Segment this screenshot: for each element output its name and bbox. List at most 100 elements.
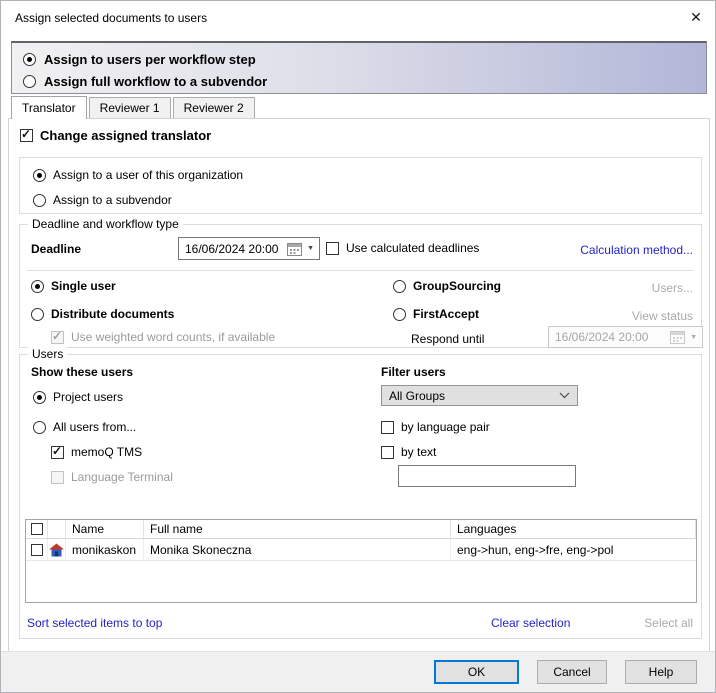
groupsourcing-label: GroupSourcing — [413, 279, 501, 293]
project-users-label: Project users — [53, 390, 123, 404]
calendar-icon — [670, 330, 685, 344]
by-language-pair-label: by language pair — [401, 420, 490, 434]
use-calculated-label: Use calculated deadlines — [346, 241, 479, 255]
close-icon[interactable]: ✕ — [684, 6, 708, 28]
tab-reviewer-1[interactable]: Reviewer 1 — [89, 97, 171, 118]
mode-option-subvendor[interactable]: Assign full workflow to a subvendor — [23, 70, 706, 92]
subvendor-radio[interactable] — [33, 194, 46, 207]
tab-reviewer-2[interactable]: Reviewer 2 — [173, 97, 255, 118]
table-row[interactable]: monikaskon Monika Skoneczna eng->hun, en… — [26, 539, 696, 561]
by-text-label: by text — [401, 445, 436, 459]
groups-dropdown-value: All Groups — [389, 389, 445, 403]
weighted-counts-checkbox[interactable] — [51, 331, 64, 344]
dialog-title: Assign selected documents to users — [15, 11, 207, 25]
tab-translator[interactable]: Translator — [11, 96, 87, 119]
user-name-cell: monikaskon — [66, 539, 144, 560]
text-filter-input[interactable] — [398, 465, 576, 487]
per-step-radio[interactable] — [23, 53, 36, 66]
respond-until-value: 16/06/2024 20:00 — [555, 330, 667, 344]
firstaccept-radio[interactable] — [393, 308, 406, 321]
assign-target-box: Assign to a user of this organization As… — [19, 157, 702, 214]
language-terminal-checkbox[interactable] — [51, 471, 64, 484]
organization-radio[interactable] — [33, 169, 46, 182]
assign-organization-row[interactable]: Assign to a user of this organization — [33, 168, 243, 182]
deadline-groupbox: Deadline and workflow type Deadline 16/0… — [19, 224, 702, 348]
select-all-checkbox[interactable] — [31, 523, 43, 535]
sort-selected-link[interactable]: Sort selected items to top — [27, 616, 162, 630]
icon-column-header — [48, 520, 66, 538]
use-calculated-checkbox[interactable] — [326, 242, 339, 255]
row-checkbox[interactable] — [31, 544, 43, 556]
organization-label: Assign to a user of this organization — [53, 168, 243, 182]
mode-option-per-step[interactable]: Assign to users per workflow step — [23, 48, 706, 70]
filter-users-label: Filter users — [381, 365, 446, 379]
by-language-pair-checkbox[interactable] — [381, 421, 394, 434]
change-assigned-label: Change assigned translator — [40, 128, 211, 143]
select-all-link[interactable]: Select all — [644, 616, 693, 630]
project-users-row[interactable]: Project users — [33, 390, 123, 404]
chevron-down-icon: ▼ — [688, 334, 699, 341]
by-text-checkbox[interactable] — [381, 446, 394, 459]
assign-documents-dialog: Assign selected documents to users ✕ Ass… — [0, 0, 716, 693]
users-groupbox: Users Show these users Filter users Proj… — [19, 354, 702, 639]
change-assigned-checkbox[interactable] — [20, 129, 33, 142]
chevron-down-icon[interactable]: ▼ — [305, 245, 316, 252]
translator-tab-panel: Change assigned translator Assign to a u… — [8, 118, 710, 653]
clear-selection-link[interactable]: Clear selection — [491, 616, 570, 630]
distribute-label: Distribute documents — [51, 307, 174, 321]
name-column-header[interactable]: Name — [66, 520, 144, 538]
change-assigned-row[interactable]: Change assigned translator — [20, 128, 211, 143]
all-users-from-radio[interactable] — [33, 421, 46, 434]
role-tabs: Translator Reviewer 1 Reviewer 2 — [11, 96, 257, 118]
chevron-down-icon — [559, 392, 570, 399]
workflow-mode-selector: Assign to users per workflow step Assign… — [11, 41, 707, 94]
users-link[interactable]: Users... — [652, 281, 693, 295]
distribute-row[interactable]: Distribute documents — [31, 307, 174, 321]
weighted-counts-label: Use weighted word counts, if available — [71, 330, 275, 344]
subvendor-workflow-radio[interactable] — [23, 75, 36, 88]
groups-dropdown[interactable]: All Groups — [381, 385, 578, 406]
deadline-label: Deadline — [31, 242, 81, 256]
ok-button[interactable]: OK — [434, 660, 519, 684]
use-calculated-row[interactable]: Use calculated deadlines — [326, 241, 479, 255]
user-languages-cell: eng->hun, eng->fre, eng->pol — [451, 539, 696, 560]
distribute-radio[interactable] — [31, 308, 44, 321]
memoq-tms-row[interactable]: memoQ TMS — [51, 445, 142, 459]
by-text-row[interactable]: by text — [381, 445, 436, 459]
full-name-column-header[interactable]: Full name — [144, 520, 451, 538]
language-terminal-label: Language Terminal — [71, 470, 173, 484]
weighted-counts-row: Use weighted word counts, if available — [51, 330, 275, 344]
firstaccept-row[interactable]: FirstAccept — [393, 307, 479, 321]
assign-subvendor-row[interactable]: Assign to a subvendor — [33, 193, 172, 207]
all-users-from-label: All users from... — [53, 420, 136, 434]
single-user-radio[interactable] — [31, 280, 44, 293]
separator — [27, 270, 694, 271]
firstaccept-label: FirstAccept — [413, 307, 479, 321]
per-step-label: Assign to users per workflow step — [44, 52, 256, 67]
respond-until-label: Respond until — [411, 332, 484, 346]
by-language-pair-row[interactable]: by language pair — [381, 420, 490, 434]
memoq-tms-checkbox[interactable] — [51, 446, 64, 459]
deadline-date-picker[interactable]: 16/06/2024 20:00 ▼ — [178, 237, 320, 260]
cancel-button[interactable]: Cancel — [537, 660, 607, 684]
calculation-method-link[interactable]: Calculation method... — [580, 243, 693, 257]
home-icon — [49, 543, 64, 557]
languages-column-header[interactable]: Languages — [451, 520, 696, 538]
all-users-from-row[interactable]: All users from... — [33, 420, 136, 434]
language-terminal-row: Language Terminal — [51, 470, 173, 484]
project-users-radio[interactable] — [33, 391, 46, 404]
groupsourcing-radio[interactable] — [393, 280, 406, 293]
subvendor-workflow-label: Assign full workflow to a subvendor — [44, 74, 267, 89]
help-button[interactable]: Help — [625, 660, 697, 684]
subvendor-label: Assign to a subvendor — [53, 193, 172, 207]
deadline-date-value: 16/06/2024 20:00 — [185, 242, 284, 256]
memoq-tms-label: memoQ TMS — [71, 445, 142, 459]
footer-bar: OK Cancel Help — [1, 651, 715, 692]
single-user-label: Single user — [51, 279, 116, 293]
show-these-users-label: Show these users — [31, 365, 133, 379]
view-status-link[interactable]: View status — [632, 309, 693, 323]
single-user-row[interactable]: Single user — [31, 279, 116, 293]
title-bar: Assign selected documents to users ✕ — [1, 1, 715, 34]
groupsourcing-row[interactable]: GroupSourcing — [393, 279, 501, 293]
users-table: Name Full name Languages monikaskon Mo — [25, 519, 697, 603]
